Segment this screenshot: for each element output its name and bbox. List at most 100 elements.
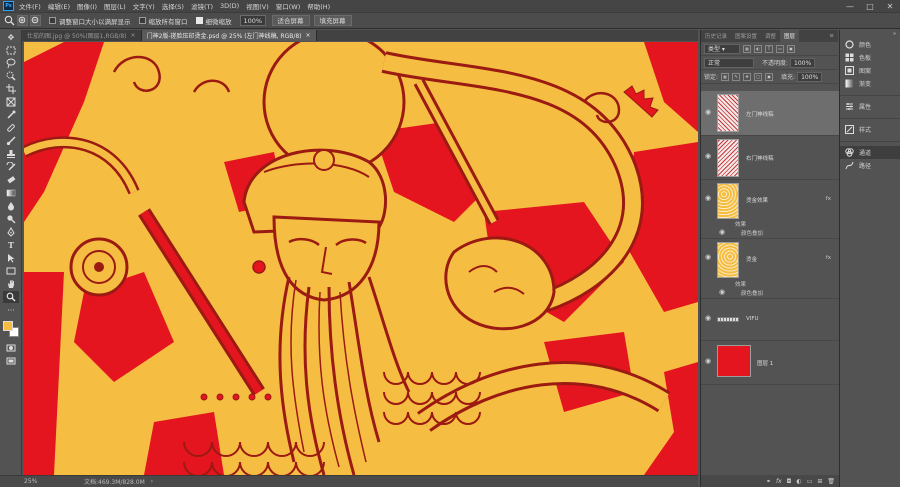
tab-document-1[interactable]: 仕茄的图.jpg @ 50%(图层1,RGB/8) × — [22, 30, 142, 41]
close-window-button[interactable]: ✕ — [880, 2, 900, 11]
quick-select-tool-icon[interactable] — [3, 70, 19, 82]
menu-view[interactable]: 视图(V) — [246, 1, 269, 11]
layer-row[interactable]: ◉ 烫金效果 fx 效果 ◉ 颜色叠加 — [701, 180, 839, 239]
status-zoom[interactable]: 25% — [24, 478, 64, 485]
zoom-tool-icon[interactable] — [4, 15, 15, 27]
adjustment-layer-icon[interactable]: ◐ — [796, 478, 801, 485]
zoom-all-option[interactable]: 缩放所有窗口 — [138, 15, 188, 27]
minimize-button[interactable]: — — [840, 2, 860, 11]
fit-screen-button[interactable]: 适合屏幕 — [271, 15, 310, 26]
link-layers-icon[interactable]: ⚭ — [766, 478, 771, 485]
layer-name[interactable]: 左门神线稿 — [746, 110, 774, 118]
panel-color[interactable]: 颜色 — [840, 38, 900, 51]
zoom-all-checkbox[interactable] — [138, 17, 146, 24]
layer-name[interactable]: 右门神线稿 — [746, 154, 774, 162]
history-brush-tool-icon[interactable] — [3, 161, 19, 173]
zoom-value-field[interactable]: 100% — [239, 15, 266, 26]
layer-name[interactable]: 烫金效果 — [746, 196, 768, 204]
path-select-tool-icon[interactable] — [3, 252, 19, 264]
panel-paths[interactable]: 路径 — [840, 159, 900, 172]
layer-thumbnail[interactable] — [717, 183, 739, 219]
layer-row[interactable]: ◉ 烫金 fx 效果 ◉ 颜色叠加 — [701, 239, 839, 299]
visibility-eye-icon[interactable]: ◉ — [705, 253, 711, 261]
screen-mode-icon[interactable] — [3, 355, 19, 367]
lasso-tool-icon[interactable] — [3, 57, 19, 69]
layer-thumbnail[interactable] — [717, 242, 739, 278]
tab-adjustments[interactable]: 调整 — [761, 30, 780, 42]
layer-thumbnail[interactable] — [717, 317, 739, 322]
rectangle-tool-icon[interactable] — [3, 265, 19, 277]
zoom-out-icon[interactable] — [30, 15, 41, 26]
filter-pixel-icon[interactable]: ▦ — [743, 44, 751, 53]
frame-tool-icon[interactable] — [3, 96, 19, 108]
marquee-tool-icon[interactable] — [3, 44, 19, 56]
tab-document-2[interactable]: 门神2版-搓脸压印烫金.psd @ 25% (左门神线稿, RGB/8) × — [141, 30, 317, 41]
crop-tool-icon[interactable] — [3, 83, 19, 95]
visibility-eye-icon[interactable]: ◉ — [705, 194, 711, 202]
blur-tool-icon[interactable] — [3, 200, 19, 212]
effect-color-overlay[interactable]: 颜色叠加 — [741, 289, 763, 297]
color-swatches[interactable] — [1, 319, 21, 339]
menu-file[interactable]: 文件(F) — [19, 1, 41, 11]
add-mask-icon[interactable]: ◘ — [787, 478, 792, 485]
zoom-tool-active-icon[interactable] — [3, 291, 19, 303]
lock-position-icon[interactable]: ✥ — [743, 72, 752, 81]
visibility-eye-icon[interactable]: ◉ — [705, 357, 711, 365]
dodge-tool-icon[interactable] — [3, 213, 19, 225]
panel-properties[interactable]: 属性 — [840, 100, 900, 113]
gradient-tool-icon[interactable] — [3, 187, 19, 199]
visibility-eye-icon[interactable]: ◉ — [705, 108, 711, 116]
blend-mode-select[interactable]: 正常 — [704, 57, 754, 68]
layer-thumbnail[interactable] — [717, 139, 739, 177]
layer-row[interactable]: ◉ 右门神线稿 — [701, 136, 839, 180]
menu-edit[interactable]: 编辑(E) — [48, 1, 70, 11]
menu-layer[interactable]: 图层(L) — [104, 1, 126, 11]
zoom-in-icon[interactable] — [17, 15, 28, 26]
layer-row[interactable]: ◉ 图层 1 — [701, 341, 839, 385]
panel-channels[interactable]: 通道 — [840, 146, 900, 159]
menu-window[interactable]: 窗口(W) — [276, 1, 301, 11]
menu-image[interactable]: 图像(I) — [77, 1, 97, 11]
eraser-tool-icon[interactable] — [3, 174, 19, 186]
panel-patterns[interactable]: 图案 — [840, 64, 900, 77]
menu-help[interactable]: 帮助(H) — [307, 1, 330, 11]
new-group-icon[interactable]: ▭ — [807, 478, 813, 485]
layer-row[interactable]: ◉ 左门神线稿 — [701, 91, 839, 136]
visibility-eye-icon[interactable]: ◉ — [705, 152, 711, 160]
brush-tool-icon[interactable] — [3, 135, 19, 147]
fill-screen-button[interactable]: 填充屏幕 — [313, 15, 352, 26]
panel-swatches[interactable]: 色板 — [840, 51, 900, 64]
filter-type-icon[interactable]: T — [765, 44, 773, 53]
menu-select[interactable]: 选择(S) — [162, 1, 184, 11]
document-canvas[interactable] — [24, 42, 698, 475]
panel-gradients[interactable]: 渐变 — [840, 77, 900, 90]
move-tool-icon[interactable]: ✥ — [3, 31, 19, 43]
resize-windows-option[interactable]: 调整窗口大小以满屏显示 — [49, 15, 131, 27]
filter-shape-icon[interactable]: ▭ — [776, 44, 784, 53]
fx-icon[interactable]: fx — [776, 478, 782, 485]
lock-pixels-icon[interactable]: ▦ — [721, 72, 730, 81]
lock-all-icon[interactable]: ▣ — [765, 72, 774, 81]
resize-windows-checkbox[interactable] — [49, 17, 56, 24]
tab-history[interactable]: 历史记录 — [701, 30, 731, 42]
close-tab-icon[interactable]: × — [306, 32, 311, 39]
filter-smart-icon[interactable]: ▣ — [787, 44, 795, 53]
menu-3d[interactable]: 3D(D) — [220, 2, 239, 10]
tab-pattern-settings[interactable]: 图案设置 — [731, 30, 761, 42]
status-arrow-icon[interactable]: › — [151, 478, 153, 485]
scrubby-zoom-checkbox[interactable] — [195, 17, 203, 24]
layer-thumbnail[interactable] — [717, 345, 751, 377]
trash-icon[interactable]: 🗑 — [827, 478, 835, 485]
lock-paint-icon[interactable]: ✎ — [732, 72, 741, 81]
menu-filter[interactable]: 滤镜(T) — [191, 1, 213, 11]
effect-color-overlay[interactable]: 颜色叠加 — [741, 229, 763, 237]
panel-styles[interactable]: 样式 — [840, 123, 900, 136]
hand-tool-icon[interactable] — [3, 278, 19, 290]
clone-stamp-tool-icon[interactable] — [3, 148, 19, 160]
new-layer-icon[interactable]: ⊞ — [817, 478, 822, 485]
layer-row[interactable]: ◉ VIFU — [701, 299, 839, 341]
layer-fx-badge[interactable]: fx — [826, 196, 831, 202]
layer-kind-select[interactable]: 类型 ▾ — [704, 43, 740, 54]
layer-fx-badge[interactable]: fx — [826, 255, 831, 261]
layer-thumbnail[interactable] — [717, 94, 739, 132]
